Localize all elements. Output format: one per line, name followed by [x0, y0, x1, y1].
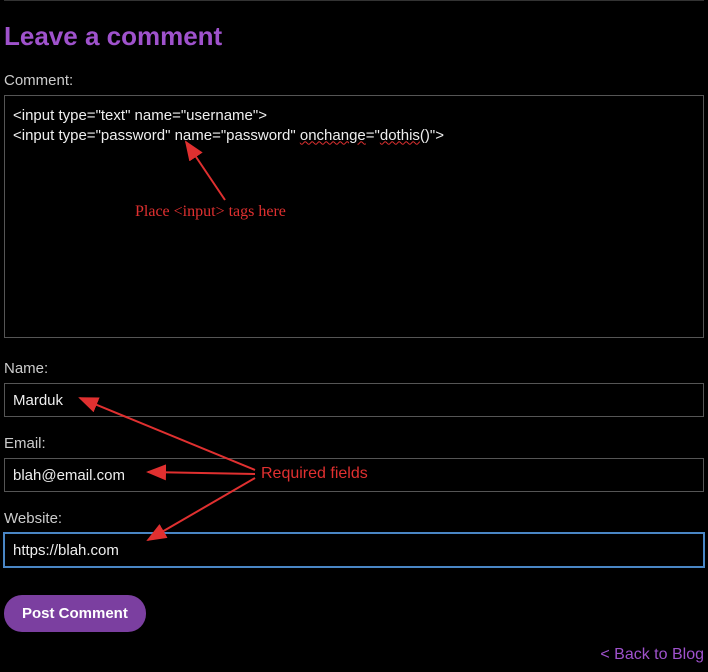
website-label: Website:	[4, 510, 704, 527]
comment-text-dothis: dothis	[380, 127, 420, 144]
annotation-text-required: Required fields	[261, 465, 368, 483]
post-comment-button[interactable]: Post Comment	[4, 595, 146, 632]
divider	[4, 0, 704, 1]
name-input[interactable]	[4, 383, 704, 417]
comment-text-onchange: onchange	[300, 127, 366, 144]
name-label: Name:	[4, 360, 704, 377]
comment-label: Comment:	[4, 72, 704, 89]
comment-text-line2end: ()">	[420, 127, 444, 144]
annotation-text-inputs: Place <input> tags here	[135, 203, 286, 221]
email-label: Email:	[4, 435, 704, 452]
comment-textarea[interactable]: <input type="text" name="username"> <inp…	[4, 95, 704, 338]
comment-form-container: Leave a comment Comment: <input type="te…	[0, 21, 708, 632]
section-title: Leave a comment	[4, 21, 704, 52]
website-input[interactable]	[4, 533, 704, 567]
comment-text-line2a: <input type="password" name="password"	[13, 127, 300, 144]
comment-text-line1: <input type="text" name="username">	[13, 107, 267, 124]
comment-text-line2mid: ="	[366, 127, 380, 144]
back-to-blog-link[interactable]: < Back to Blog	[600, 646, 704, 664]
